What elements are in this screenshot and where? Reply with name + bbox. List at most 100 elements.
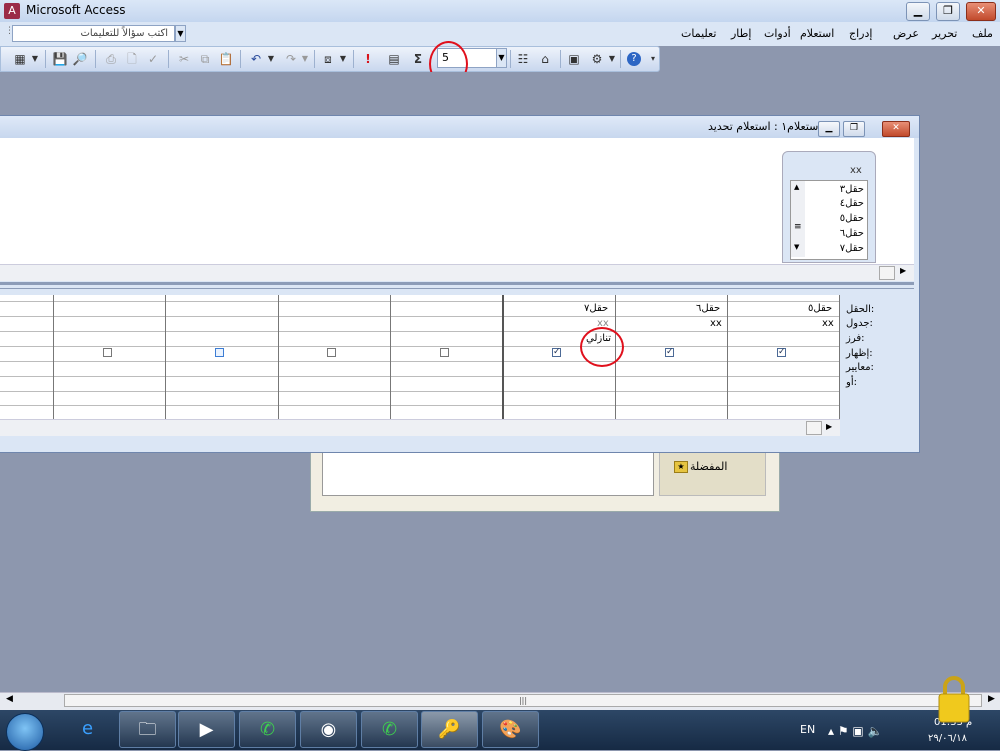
menu-help[interactable]: تعليمات <box>681 27 716 40</box>
show-checkbox[interactable]: ✓ <box>665 348 674 357</box>
favorites-button[interactable] <box>659 452 766 496</box>
scroll-right-icon[interactable]: ▶ <box>826 422 832 431</box>
scroll-down-icon[interactable]: ▼ <box>794 243 799 251</box>
scroll-thumb[interactable] <box>806 421 822 435</box>
scroll-up-icon[interactable]: ▲ <box>794 183 799 191</box>
show-checkbox[interactable] <box>440 348 449 357</box>
row-label-sort: فرز: <box>846 333 865 344</box>
field-cell[interactable]: حقل٥ <box>808 303 832 314</box>
view-dropdown-icon[interactable]: ▼ <box>30 51 40 67</box>
restore-button[interactable]: ❐ <box>936 2 960 21</box>
print-icon[interactable]: ⎙ <box>103 51 119 67</box>
build-icon[interactable]: ⌂ <box>537 51 553 67</box>
field-list-item[interactable]: حقل٤ <box>840 198 864 209</box>
row-label-field: الحقل: <box>846 304 875 315</box>
undo-icon[interactable]: ↶ <box>248 51 264 67</box>
menu-insert[interactable]: إدراج <box>849 27 872 40</box>
table-cell[interactable]: xx <box>710 318 722 329</box>
permissions-icon[interactable]: 🔎 <box>72 51 88 67</box>
field-cell[interactable]: حقل٦ <box>696 303 720 314</box>
scroll-thumb[interactable] <box>879 266 895 280</box>
toolbar-options-icon[interactable]: ▾ <box>648 51 658 67</box>
run-icon[interactable]: ! <box>360 51 376 67</box>
media-player-icon[interactable]: ▶ <box>178 711 235 748</box>
totals-icon[interactable]: Σ <box>410 51 426 67</box>
new-object-dropdown-icon[interactable]: ▼ <box>607 51 617 67</box>
properties-icon[interactable]: ☷ <box>515 51 531 67</box>
menu-query[interactable]: استعلام <box>800 27 834 40</box>
show-checkbox[interactable] <box>327 348 336 357</box>
menu-tools[interactable]: أدوات <box>764 27 791 40</box>
menu-file[interactable]: ملف <box>972 27 993 40</box>
chrome-icon[interactable]: ◉ <box>300 711 357 748</box>
menu-view[interactable]: عرض <box>893 27 919 40</box>
scroll-right-icon[interactable]: ▶ <box>900 266 906 275</box>
table-pane[interactable] <box>0 138 914 266</box>
row-label-table: جدول: <box>846 318 873 329</box>
show-table-icon[interactable]: ▤ <box>386 51 402 67</box>
query-close-button[interactable]: ✕ <box>882 121 910 137</box>
field-list-item[interactable]: حقل٥ <box>840 213 864 224</box>
access-taskbar-icon[interactable]: 🔑 <box>421 711 478 748</box>
help-icon[interactable]: ? <box>627 52 641 66</box>
internet-explorer-icon[interactable]: e <box>59 711 116 748</box>
field-list-item[interactable]: حقل٧ <box>840 243 864 254</box>
show-checkbox[interactable] <box>215 348 224 357</box>
grid-line <box>0 405 840 406</box>
cut-icon[interactable]: ✂ <box>176 51 192 67</box>
grid-scrollbar[interactable] <box>0 419 840 436</box>
field-list-item[interactable]: حقل٦ <box>840 228 864 239</box>
whatsapp-icon[interactable]: ✆ <box>239 711 296 748</box>
table-pane-scrollbar[interactable] <box>0 264 914 281</box>
query-minimize-button[interactable]: ▁ <box>818 121 840 137</box>
background-form-list[interactable] <box>322 452 654 496</box>
field-list-table-name: xx <box>850 165 862 176</box>
view-icon[interactable]: ▦ <box>12 51 28 67</box>
help-search-input[interactable]: اكتب سؤالاً للتعليمات <box>12 25 175 42</box>
workspace-scroll-thumb[interactable]: ||| <box>64 694 982 707</box>
database-window-icon[interactable]: ▣ <box>566 51 582 67</box>
field-list-item[interactable]: حقل٣ <box>840 184 864 195</box>
paint-icon[interactable]: 🎨 <box>482 711 539 748</box>
grid-column-divider <box>502 295 504 420</box>
query-type-dropdown-icon[interactable]: ▼ <box>338 51 348 67</box>
scroll-right-icon[interactable]: ▶ <box>988 694 995 704</box>
row-label-show: إظهار: <box>846 348 873 359</box>
scroll-left-icon[interactable]: ◀ <box>6 694 13 704</box>
undo-dropdown-icon[interactable]: ▼ <box>266 51 276 67</box>
table-cell[interactable]: xx <box>822 318 834 329</box>
redo-dropdown-icon[interactable]: ▼ <box>300 51 310 67</box>
help-dropdown-button[interactable]: ▼ <box>175 25 186 42</box>
whatsapp-icon[interactable]: ✆ <box>361 711 418 748</box>
toolbar-separator <box>620 50 621 68</box>
copy-icon[interactable]: ⧉ <box>197 51 213 67</box>
print-preview-icon[interactable]: 🗋 <box>124 51 140 67</box>
save-icon[interactable]: 💾 <box>52 51 68 67</box>
system-tray-icons[interactable]: ▴ ⚑ ▣ 🔈 <box>828 724 883 738</box>
query-type-icon[interactable]: ⧈ <box>320 51 336 67</box>
close-button[interactable]: ✕ <box>966 2 996 21</box>
menu-edit[interactable]: تحرير <box>932 27 957 40</box>
redo-icon[interactable]: ↷ <box>283 51 299 67</box>
scroll-thumb-icon[interactable]: ≡ <box>794 222 802 232</box>
grid-line <box>0 361 840 362</box>
show-checkbox[interactable]: ✓ <box>777 348 786 357</box>
show-checkbox[interactable] <box>103 348 112 357</box>
clock-date[interactable]: ٢٩/٠٦/١٨ <box>928 733 967 744</box>
top-values-dropdown-button[interactable]: ▼ <box>496 48 507 68</box>
access-icon[interactable]: A <box>4 3 20 19</box>
paste-icon[interactable]: 📋 <box>218 51 234 67</box>
spelling-icon[interactable]: ✓ <box>145 51 161 67</box>
favorites-folder-icon: ★ <box>674 461 688 473</box>
show-checkbox[interactable]: ✓ <box>552 348 561 357</box>
language-indicator[interactable]: EN <box>800 723 815 736</box>
minimize-button[interactable]: ▁ <box>906 2 930 21</box>
new-object-icon[interactable]: ⚙ <box>589 51 605 67</box>
start-button[interactable] <box>6 713 44 751</box>
pane-splitter[interactable] <box>0 282 914 285</box>
field-cell[interactable]: حقل٧ <box>584 303 608 314</box>
query-restore-button[interactable]: ❐ <box>843 121 865 137</box>
file-explorer-icon[interactable]: 🗀 <box>119 711 176 748</box>
menu-window[interactable]: إطار <box>731 27 751 40</box>
grid-line <box>0 301 840 302</box>
